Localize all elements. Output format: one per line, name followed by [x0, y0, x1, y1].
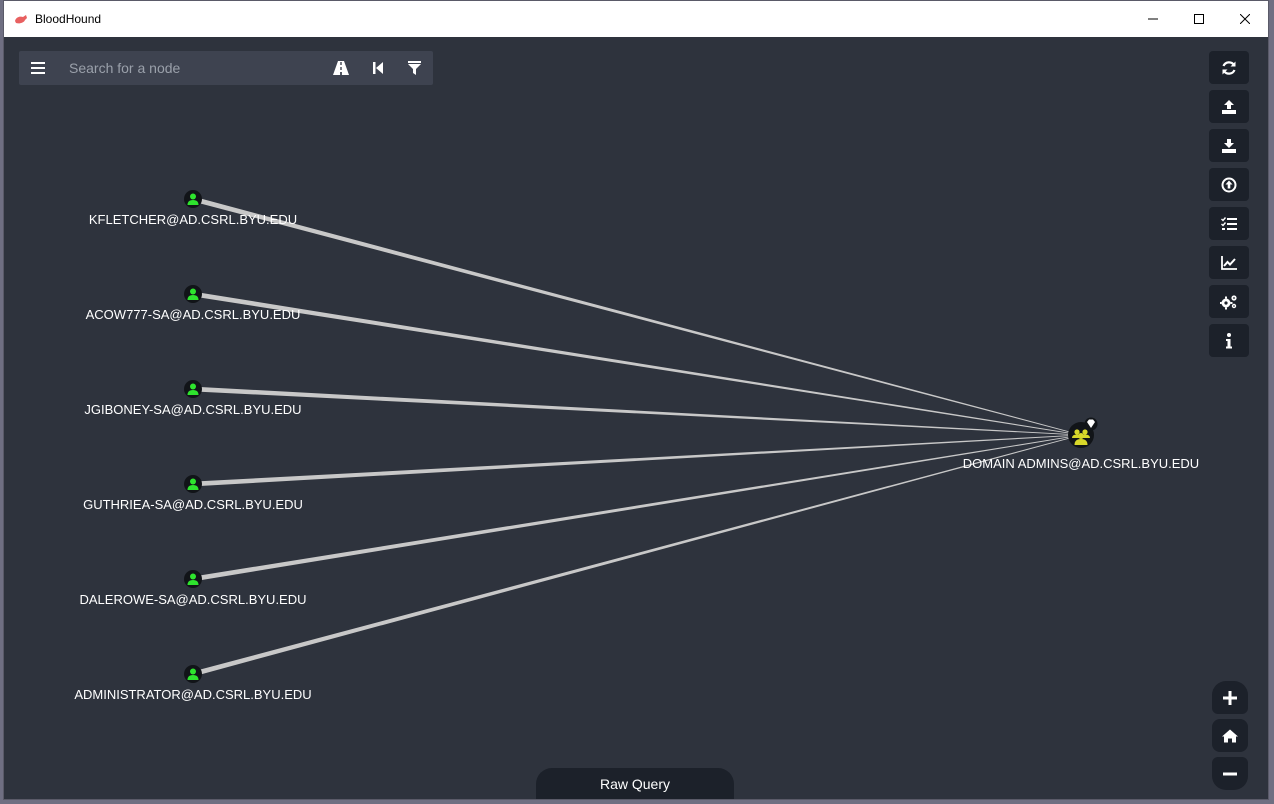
close-button[interactable] — [1222, 1, 1268, 37]
membership-edge[interactable] — [192, 291, 1082, 436]
maximize-icon — [1194, 14, 1204, 24]
graph-canvas[interactable]: KFLETCHER@AD.CSRL.BYU.EDU ACOW777-SA@AD.C… — [4, 37, 1268, 799]
stats-button[interactable] — [1209, 246, 1249, 279]
title-bar[interactable]: BloodHound — [4, 1, 1268, 37]
menu-button[interactable] — [19, 51, 57, 85]
minimize-button[interactable] — [1130, 1, 1176, 37]
group-node-label: DOMAIN ADMINS@AD.CSRL.BYU.EDU — [963, 456, 1199, 471]
road-icon — [332, 61, 349, 75]
user-node-label: KFLETCHER@AD.CSRL.BYU.EDU — [89, 212, 297, 227]
plus-icon — [1223, 690, 1237, 705]
query-list-icon — [1221, 216, 1237, 230]
user-node[interactable]: ADMINISTRATOR@AD.CSRL.BYU.EDU — [74, 665, 312, 702]
settings-button[interactable] — [1209, 285, 1249, 318]
back-button[interactable] — [359, 51, 396, 85]
bloodhound-logo-icon — [13, 11, 29, 27]
app-window: BloodHound KFLETCHER@AD.CSRL.BYU.EDU ACOW… — [3, 0, 1269, 800]
user-node-label: JGIBONEY-SA@AD.CSRL.BYU.EDU — [84, 402, 301, 417]
info-button[interactable] — [1209, 324, 1249, 357]
download-icon — [1222, 138, 1236, 153]
download-button[interactable] — [1209, 129, 1249, 162]
user-node-label: ACOW777-SA@AD.CSRL.BYU.EDU — [86, 307, 301, 322]
user-node[interactable]: DALEROWE-SA@AD.CSRL.BYU.EDU — [79, 570, 307, 607]
user-node[interactable]: JGIBONEY-SA@AD.CSRL.BYU.EDU — [84, 380, 302, 417]
chart-icon — [1221, 255, 1237, 270]
zoom-in-button[interactable] — [1212, 681, 1248, 714]
reset-view-button[interactable] — [1212, 719, 1248, 752]
import-button[interactable] — [1209, 168, 1249, 201]
graph-svg[interactable]: KFLETCHER@AD.CSRL.BYU.EDU ACOW777-SA@AD.C… — [4, 37, 1268, 799]
minimize-icon — [1148, 18, 1158, 20]
import-icon — [1221, 177, 1237, 192]
user-node-label: ADMINISTRATOR@AD.CSRL.BYU.EDU — [74, 687, 311, 702]
step-backward-icon — [372, 62, 383, 74]
filter-button[interactable] — [396, 51, 433, 85]
minus-icon — [1223, 772, 1237, 775]
close-icon — [1240, 14, 1250, 24]
user-node[interactable]: ACOW777-SA@AD.CSRL.BYU.EDU — [86, 285, 301, 322]
queries-button[interactable] — [1209, 207, 1249, 240]
group-node[interactable]: DOMAIN ADMINS@AD.CSRL.BYU.EDU — [963, 417, 1199, 472]
upload-button[interactable] — [1209, 90, 1249, 123]
settings-icon — [1220, 294, 1237, 309]
refresh-button[interactable] — [1209, 51, 1249, 84]
hamburger-icon — [31, 62, 45, 74]
membership-edge[interactable] — [192, 386, 1082, 436]
window-controls — [1130, 1, 1268, 37]
raw-query-button[interactable]: Raw Query — [536, 768, 734, 799]
zoom-out-button[interactable] — [1212, 757, 1248, 790]
pathfinding-button[interactable] — [322, 51, 359, 85]
user-node-label: GUTHRIEA-SA@AD.CSRL.BYU.EDU — [83, 497, 303, 512]
window-title: BloodHound — [35, 12, 102, 26]
user-node[interactable]: KFLETCHER@AD.CSRL.BYU.EDU — [89, 190, 297, 227]
zoom-controls — [1212, 681, 1250, 795]
search-input[interactable] — [57, 52, 322, 84]
search-bar — [19, 51, 433, 85]
membership-edge[interactable] — [192, 434, 1082, 487]
membership-edge[interactable] — [192, 434, 1082, 582]
high-value-gem-icon — [1084, 417, 1098, 431]
right-toolbar — [1209, 51, 1251, 363]
home-icon — [1222, 729, 1238, 742]
info-icon — [1226, 332, 1232, 348]
refresh-icon — [1222, 60, 1236, 75]
maximize-button[interactable] — [1176, 1, 1222, 37]
filter-icon — [408, 61, 421, 75]
upload-icon — [1222, 99, 1236, 114]
user-node-label: DALEROWE-SA@AD.CSRL.BYU.EDU — [79, 592, 306, 607]
